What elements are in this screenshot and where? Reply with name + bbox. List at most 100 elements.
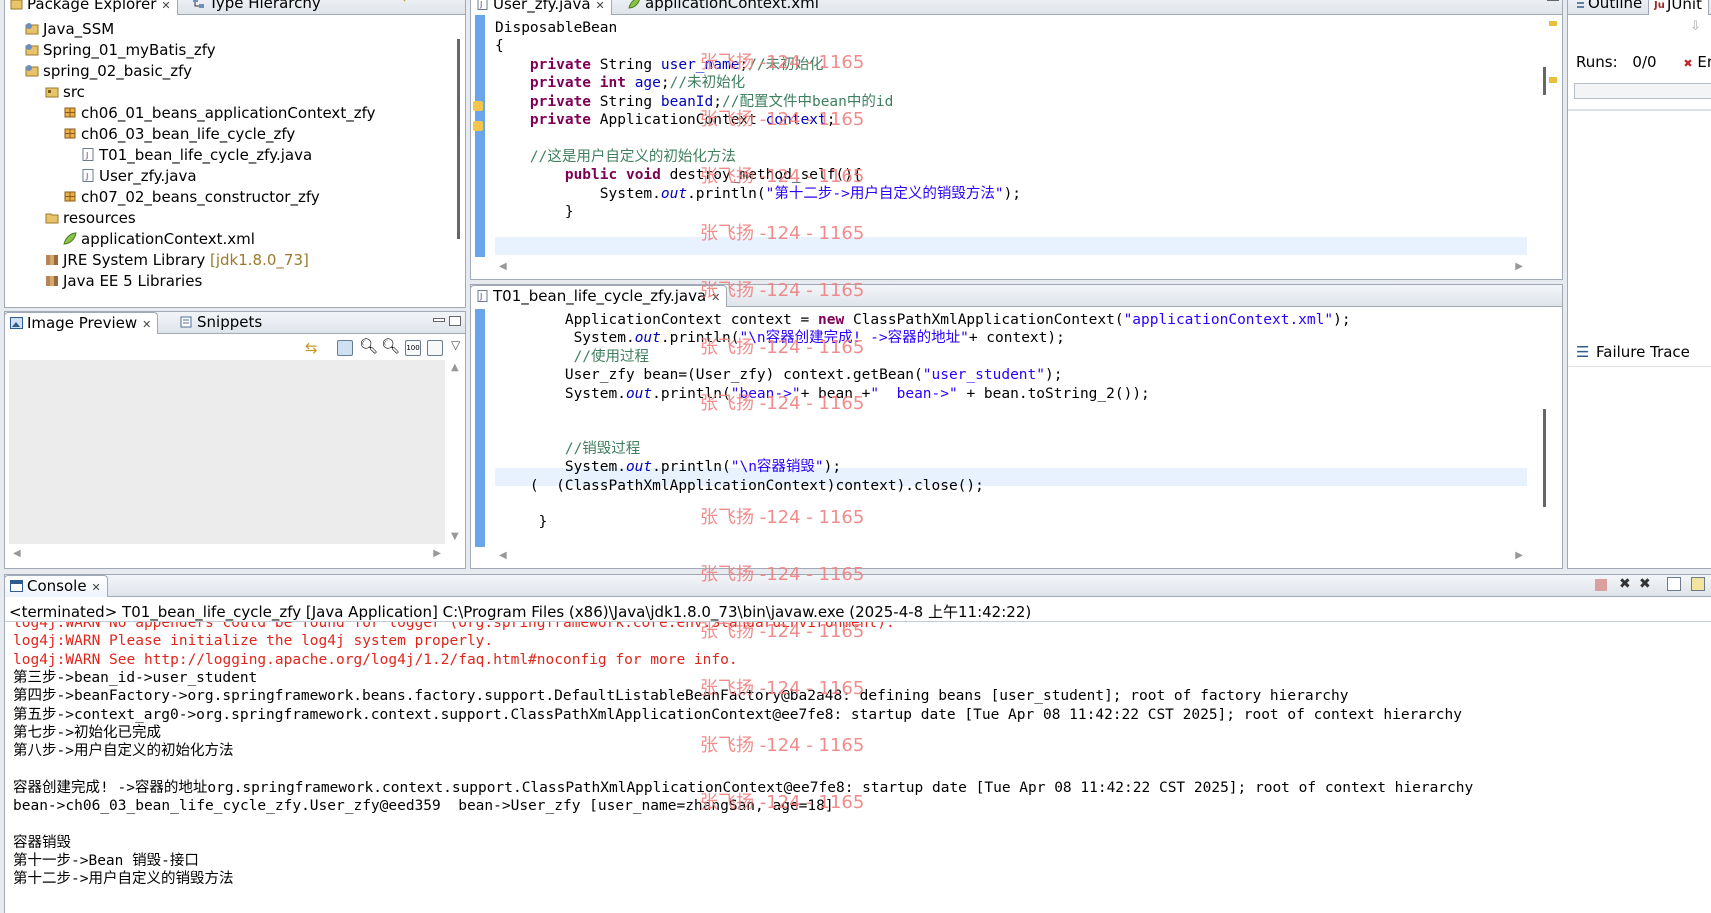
- console-line: bean->ch06_03_bean_life_cycle_zfy.User_z…: [13, 798, 834, 814]
- horizontal-scrollbar[interactable]: ◀ ▶: [495, 548, 1527, 564]
- tree-item[interactable]: J T01_bean_life_cycle_zfy.java: [81, 145, 312, 166]
- scroll-left-icon[interactable]: ◀: [13, 548, 21, 559]
- code-area[interactable]: DisposableBean { private String user_name…: [495, 19, 1527, 259]
- zoom-in-icon[interactable]: 🔍︎: [381, 337, 400, 355]
- scroll-up-icon[interactable]: ▲: [451, 362, 459, 373]
- tab-label: Outline: [1588, 0, 1643, 12]
- tree-item[interactable]: Java_SSM: [25, 19, 114, 40]
- scroll-thumb[interactable]: [457, 39, 460, 239]
- code-line: ApplicationContext context = new ClassPa…: [495, 311, 1351, 329]
- horizontal-scrollbar[interactable]: ◀ ▶: [495, 259, 1527, 275]
- project-icon: [25, 41, 43, 59]
- tab-junit[interactable]: Ju JUnit: [1648, 0, 1709, 15]
- tree-item[interactable]: Spring_01_myBatis_zfy: [25, 40, 216, 61]
- vertical-scrollbar[interactable]: ▲ ▼: [448, 360, 462, 544]
- scroll-right-icon[interactable]: ▶: [1515, 261, 1523, 272]
- close-icon[interactable]: ✕: [142, 318, 151, 331]
- code-token: }: [495, 514, 548, 531]
- tree-item[interactable]: JRE System Library [jdk1.8.0_73]: [45, 250, 309, 271]
- tree-item[interactable]: ch06_01_beans_applicationContext_zfy: [63, 103, 375, 124]
- tab-package-explorer[interactable]: Package Explorer ✕: [4, 0, 178, 15]
- code-token: + bean.toString_2());: [957, 385, 1150, 402]
- maximize-icon[interactable]: [1547, 0, 1559, 1]
- package-icon: [63, 188, 81, 206]
- tree-item[interactable]: ch07_02_beans_constructor_zfy: [63, 187, 320, 208]
- tree-item-suffix: [jdk1.8.0_73]: [205, 251, 309, 269]
- tab-snippets[interactable]: Snippets: [175, 312, 268, 334]
- package-icon: [63, 125, 81, 143]
- warning-marker-icon[interactable]: [473, 101, 483, 111]
- scroll-thumb[interactable]: [1543, 67, 1546, 95]
- tab-t01-bean-life-cycle-java[interactable]: J T01_bean_life_cycle_zfy.java ✕: [470, 285, 728, 307]
- scroll-right-icon[interactable]: ▶: [1515, 550, 1523, 561]
- source-folder-icon: [45, 83, 63, 101]
- close-icon[interactable]: ✕: [92, 581, 101, 594]
- close-icon[interactable]: ✕: [161, 0, 170, 12]
- code-token: age: [634, 75, 661, 92]
- minimize-icon[interactable]: [433, 318, 445, 322]
- tab-label: Image Preview: [27, 314, 138, 332]
- tab-label: Console: [27, 577, 87, 595]
- tab-user-zfy-java[interactable]: J User_zfy.java ✕: [470, 0, 612, 15]
- tree-item[interactable]: spring_02_basic_zfy: [25, 61, 192, 82]
- tree-item-label: resources: [63, 209, 136, 227]
- console-line: 第十二步->用户自定义的销毁方法: [13, 871, 234, 888]
- link-editor-icon[interactable]: ⇆: [397, 0, 411, 4]
- remove-launch-icon[interactable]: ✖: [1619, 576, 1631, 592]
- close-icon[interactable]: ✕: [596, 0, 605, 12]
- annotation-marker[interactable]: [1549, 77, 1557, 83]
- tree-item[interactable]: ch06_03_bean_life_cycle_zfy: [63, 124, 295, 145]
- code-line: public void destroy_method_self(){: [495, 166, 862, 184]
- code-token: beanId: [660, 93, 714, 110]
- remove-all-terminated-icon[interactable]: ✖: [1639, 576, 1651, 592]
- fit-image-icon[interactable]: [337, 340, 353, 356]
- scroll-thumb[interactable]: [1543, 409, 1546, 507]
- tab-image-preview[interactable]: Image Preview ✕: [4, 312, 159, 334]
- tree-item[interactable]: applicationContext.xml: [63, 229, 255, 250]
- tree-item[interactable]: src: [45, 82, 85, 103]
- code-line: //这是用户自定义的初始化方法: [495, 148, 736, 166]
- code-area[interactable]: ApplicationContext context = new ClassPa…: [495, 311, 1527, 547]
- view-menu-icon[interactable]: ▽: [451, 338, 460, 352]
- scroll-lock-icon[interactable]: [1691, 577, 1705, 591]
- console-output[interactable]: log4j:WARN No appenders could be found f…: [5, 622, 1711, 913]
- close-icon[interactable]: ✕: [711, 291, 720, 304]
- tab-type-hierarchy[interactable]: Type Hierarchy: [187, 0, 327, 15]
- horizontal-scrollbar[interactable]: ◀ ▶: [9, 546, 445, 562]
- terminate-icon[interactable]: [1595, 579, 1607, 591]
- warning-marker-icon[interactable]: [473, 121, 483, 131]
- tab-console[interactable]: Console ✕: [4, 575, 108, 597]
- maximize-icon[interactable]: [449, 316, 461, 326]
- console-line: 第七步->初始化已完成: [13, 724, 161, 741]
- annotation-marker[interactable]: [1549, 21, 1557, 26]
- scroll-left-icon[interactable]: ◀: [499, 261, 507, 272]
- link-icon[interactable]: ⇆: [305, 339, 318, 357]
- java-file-icon: J: [81, 167, 99, 185]
- code-token: );: [1003, 185, 1022, 202]
- tree-item-label: Java EE 5 Libraries: [63, 272, 203, 290]
- java-file-icon: J: [477, 0, 488, 10]
- clear-console-icon[interactable]: [1667, 577, 1681, 591]
- code-token: "第十二步->用户自定义的销毁方法": [765, 185, 1004, 202]
- scroll-right-icon[interactable]: ▶: [433, 548, 441, 559]
- tree-item[interactable]: J User_zfy.java: [81, 166, 197, 187]
- vertical-scrollbar[interactable]: [453, 15, 465, 307]
- code-token: ;: [739, 56, 749, 73]
- code-token: private: [529, 75, 592, 92]
- editor-tabbar: J T01_bean_life_cycle_zfy.java ✕: [470, 285, 1562, 307]
- tree-item[interactable]: resources: [45, 208, 136, 229]
- code-token: + bean +: [800, 385, 871, 402]
- scroll-down-icon[interactable]: ▼: [451, 531, 459, 542]
- tab-application-context-xml[interactable]: applicationContext.xml: [623, 0, 825, 15]
- quick-diff-ruler: [475, 309, 485, 547]
- actual-size-icon[interactable]: 100: [405, 340, 421, 356]
- fit-window-icon[interactable]: [427, 340, 443, 356]
- zoom-out-icon[interactable]: 🔍︎: [359, 337, 378, 355]
- next-failure-icon[interactable]: ⇩: [1690, 19, 1701, 34]
- tree-item[interactable]: Java EE 5 Libraries: [45, 271, 202, 292]
- code-token: "bean->": [730, 385, 801, 402]
- tab-outline[interactable]: Outline: [1568, 0, 1648, 15]
- scroll-left-icon[interactable]: ◀: [499, 550, 507, 561]
- tree-item-label: T01_bean_life_cycle_zfy.java: [99, 146, 313, 164]
